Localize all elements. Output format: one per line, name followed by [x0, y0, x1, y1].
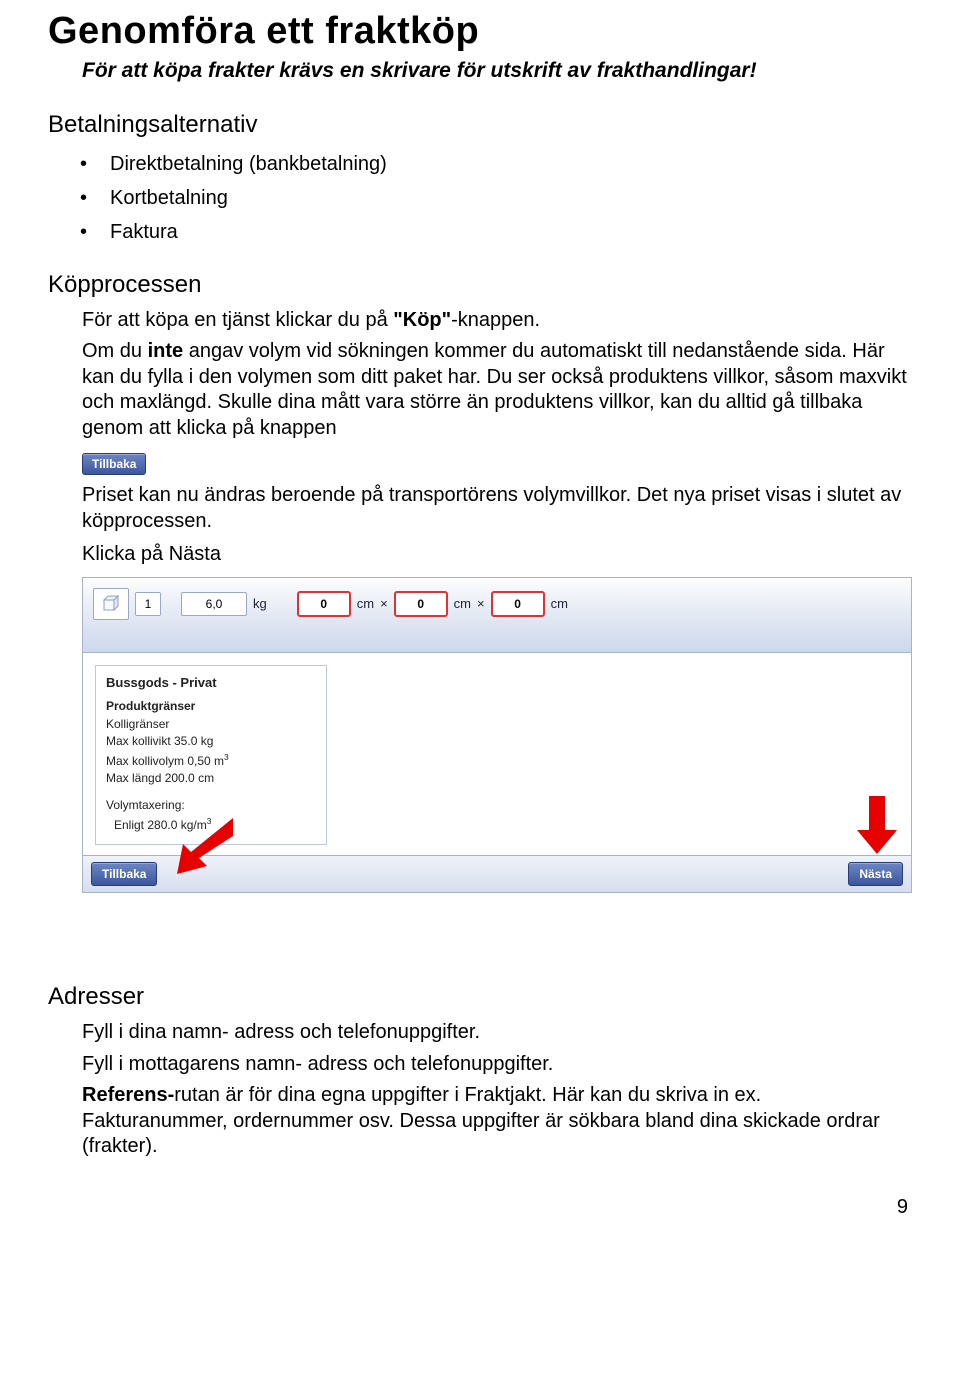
vol-tax-label: Volymtaxering:	[106, 797, 316, 814]
product-limits-header: Produktgränser	[106, 698, 316, 715]
page-number: 9	[48, 1196, 912, 1219]
panel-next-button[interactable]: Nästa	[848, 862, 903, 886]
back-button[interactable]: Tillbaka	[82, 453, 146, 475]
unit-cm: cm	[551, 596, 568, 611]
arrow-indicator-icon	[855, 796, 899, 856]
process-paragraph-2: Om du inte angav volym vid sökningen kom…	[82, 339, 912, 441]
height-input[interactable]	[491, 591, 545, 617]
dimensions-row: kg cm × cm × cm	[83, 578, 911, 653]
dimensions-panel: kg cm × cm × cm Bussgods - Privat Produk…	[82, 577, 912, 894]
kolli-label: Kolligränser	[106, 716, 316, 733]
page-title: Genomföra ett fraktköp	[48, 10, 912, 53]
payment-option: Direktbetalning (bankbetalning)	[80, 147, 912, 181]
max-length: Max längd 200.0 cm	[106, 770, 316, 787]
address-paragraph-3: Referens-rutan är för dina egna uppgifte…	[82, 1083, 912, 1160]
weight-input[interactable]	[181, 592, 247, 616]
panel-footer: Tillbaka Nästa	[83, 855, 911, 892]
section-payment-heading: Betalningsalternativ	[48, 111, 912, 139]
process-paragraph-1: För att köpa en tjänst klickar du på "Kö…	[82, 307, 912, 333]
page-subtitle: För att köpa frakter krävs en skrivare f…	[82, 59, 912, 83]
text: För att köpa en tjänst klickar du på	[82, 309, 393, 331]
unit-cm: cm	[357, 596, 374, 611]
process-paragraph-3: Priset kan nu ändras beroende på transpo…	[82, 483, 912, 534]
length-input[interactable]	[297, 591, 351, 617]
inte-bold: inte	[148, 340, 184, 362]
referens-bold: Referens-	[82, 1084, 174, 1106]
payment-option: Faktura	[80, 215, 912, 249]
address-paragraph-1: Fyll i dina namn- adress och telefonuppg…	[82, 1019, 912, 1045]
text: angav volym vid sökningen kommer du auto…	[82, 340, 907, 439]
panel-back-button[interactable]: Tillbaka	[91, 862, 157, 886]
payment-options-list: Direktbetalning (bankbetalning) Kortbeta…	[80, 147, 912, 249]
max-weight: Max kollivikt 35.0 kg	[106, 733, 316, 750]
kop-key: "Köp"	[393, 309, 451, 331]
times-symbol: ×	[380, 596, 388, 611]
max-volume: Max kollivolym 0,50 m3	[106, 751, 316, 770]
unit-cm: cm	[454, 596, 471, 611]
text: Om du	[82, 340, 148, 362]
section-process-heading: Köpprocessen	[48, 271, 912, 299]
text: -knappen.	[451, 309, 540, 331]
package-icon	[93, 588, 129, 620]
arrow-indicator-icon	[173, 818, 233, 876]
payment-option: Kortbetalning	[80, 181, 912, 215]
unit-kg: kg	[253, 596, 267, 611]
section-addresses-heading: Adresser	[48, 983, 912, 1011]
product-title: Bussgods - Privat	[106, 674, 316, 693]
process-paragraph-4: Klicka på Nästa	[82, 541, 912, 567]
quantity-input[interactable]	[135, 592, 161, 616]
address-paragraph-2: Fyll i mottagarens namn- adress och tele…	[82, 1051, 912, 1077]
times-symbol: ×	[477, 596, 485, 611]
width-input[interactable]	[394, 591, 448, 617]
text: rutan är för dina egna uppgifter i Frakt…	[82, 1084, 880, 1157]
